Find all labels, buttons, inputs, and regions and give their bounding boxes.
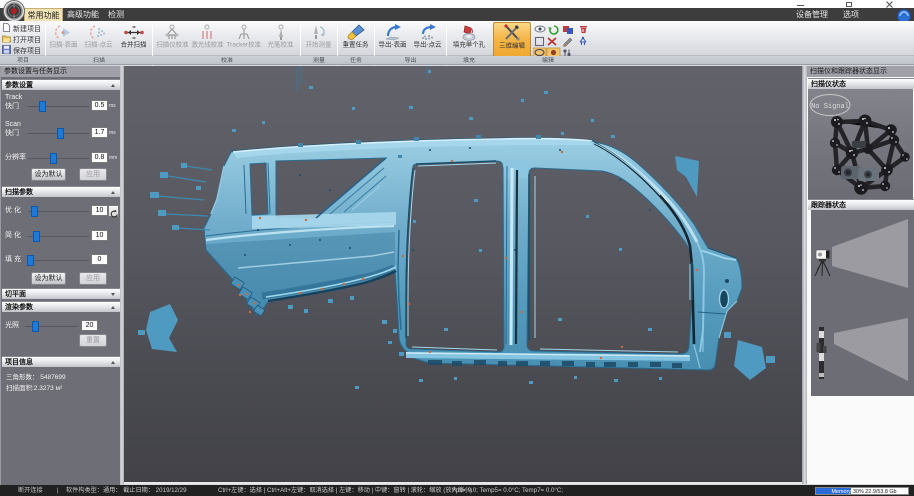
svg-text:No Signal: No Signal xyxy=(811,103,849,111)
